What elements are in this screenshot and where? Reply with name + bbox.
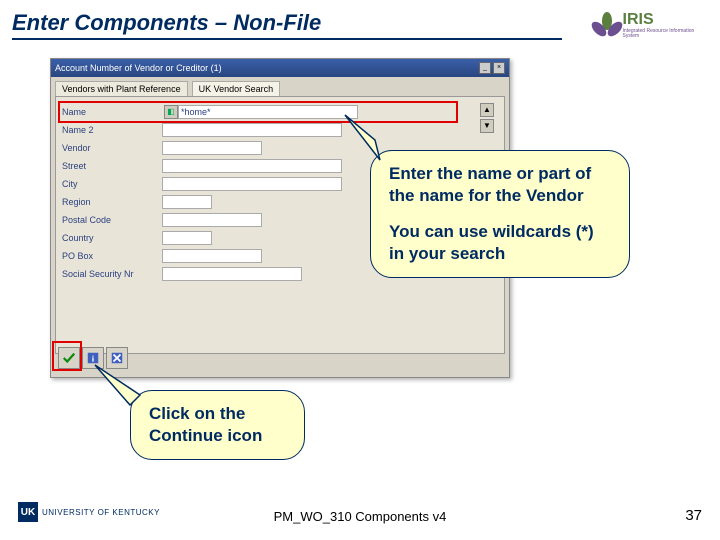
iris-flower-icon	[592, 10, 619, 40]
iris-logo-text: IRIS	[623, 11, 702, 29]
scroll-down-button[interactable]: ▼	[480, 119, 494, 133]
scroll-up-button[interactable]: ▲	[480, 103, 494, 117]
check-icon	[62, 351, 76, 365]
label-vendor: Vendor	[62, 143, 162, 153]
callout-text-line1: Enter the name or part of the name for t…	[389, 163, 611, 207]
label-name: Name	[62, 107, 162, 117]
label-pobox: PO Box	[62, 251, 162, 261]
iris-logo-subtext: Integrated Resource Information System	[623, 29, 702, 39]
row-name2: Name 2	[56, 121, 504, 139]
callout-text-line2: You can use wildcards (*) in your search	[389, 221, 611, 265]
label-street: Street	[62, 161, 162, 171]
label-city: City	[62, 179, 162, 189]
pobox-input[interactable]	[162, 249, 262, 263]
tab-uk-vendor-search[interactable]: UK Vendor Search	[192, 81, 281, 96]
callout-enter-name: Enter the name or part of the name for t…	[370, 150, 630, 278]
vendor-input[interactable]	[162, 141, 262, 155]
callout-small-tail	[95, 360, 155, 410]
iris-logo: IRIS Integrated Resource Information Sys…	[592, 6, 702, 44]
minimize-button[interactable]: _	[479, 62, 491, 74]
dialog-titlebar: Account Number of Vendor or Creditor (1)…	[51, 59, 509, 77]
region-input[interactable]	[162, 195, 212, 209]
callout-click-continue: Click on the Continue icon	[130, 390, 305, 460]
dialog-title: Account Number of Vendor or Creditor (1)	[55, 63, 222, 73]
continue-button[interactable]	[58, 347, 80, 369]
label-ssn: Social Security Nr	[62, 269, 162, 279]
row-name: Name ◧ *home*	[56, 103, 504, 121]
label-region: Region	[62, 197, 162, 207]
footer-doc-title: PM_WO_310 Components v4	[0, 509, 720, 524]
postal-input[interactable]	[162, 213, 262, 227]
page-number: 37	[685, 507, 702, 524]
lookup-icon[interactable]: ◧	[164, 105, 178, 119]
slide-title: Enter Components – Non-File	[12, 10, 562, 40]
name2-input[interactable]	[162, 123, 342, 137]
callout-big-tail	[330, 110, 390, 170]
close-window-button[interactable]: ×	[493, 62, 505, 74]
tab-vendors-plant-reference[interactable]: Vendors with Plant Reference	[55, 81, 188, 96]
city-input[interactable]	[162, 177, 342, 191]
country-input[interactable]	[162, 231, 212, 245]
label-postal: Postal Code	[62, 215, 162, 225]
street-input[interactable]	[162, 159, 342, 173]
callout-small-text: Click on the Continue icon	[149, 404, 262, 445]
label-name2: Name 2	[62, 125, 162, 135]
ssn-input[interactable]	[162, 267, 302, 281]
label-country: Country	[62, 233, 162, 243]
